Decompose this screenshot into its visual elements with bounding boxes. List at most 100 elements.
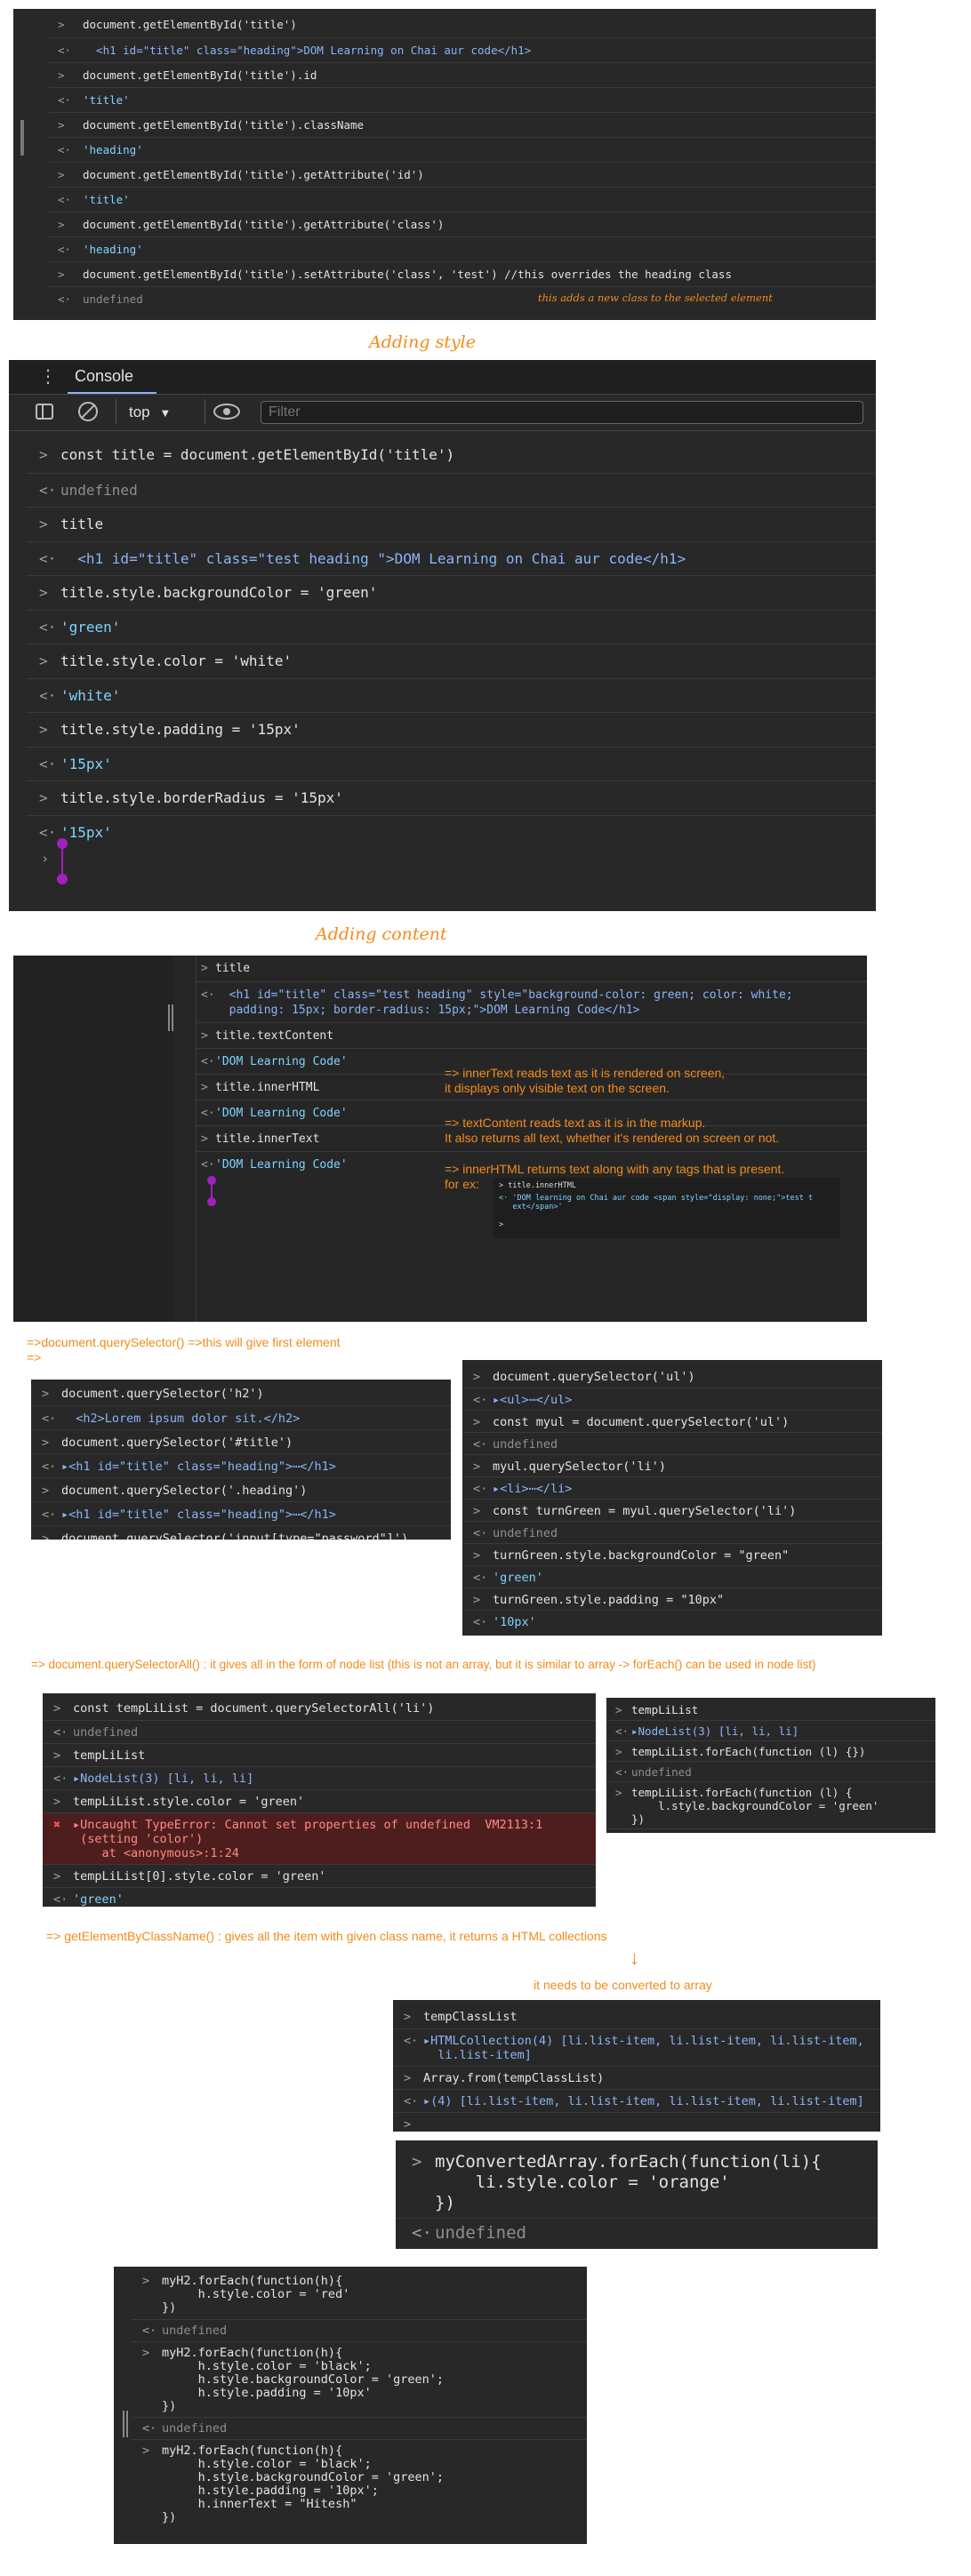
input-prompt-icon: > xyxy=(404,2071,412,2085)
input-prompt-icon: > xyxy=(39,584,48,602)
filter-input[interactable] xyxy=(261,401,863,424)
result-text: undefined xyxy=(493,1525,558,1540)
console-row: <·undefined xyxy=(43,1720,596,1743)
input-prompt-icon: > xyxy=(473,1548,481,1563)
command-text: myConvertedArray.forEach(function(li){ l… xyxy=(435,2152,822,2212)
result-arrow-icon: <· xyxy=(201,1158,215,1172)
console-row: > title.style.backgroundColor = 'green' xyxy=(27,575,876,610)
result-arrow-icon: <· xyxy=(39,755,57,772)
console-screenshot-3: > title <· <h1 id="title" class="test head… xyxy=(13,956,867,1322)
command-text: myul.querySelector('li') xyxy=(493,1459,667,1474)
input-prompt-icon: > xyxy=(473,1414,481,1429)
result-text: 'heading' xyxy=(83,243,143,256)
console-row: <· ▸<li>⋯</li> xyxy=(462,1476,882,1499)
convert-note: it needs to be converted to array xyxy=(534,1978,712,1992)
result-text: ▸HTMLCollection(4) [li.list-item, li.lis… xyxy=(423,2034,864,2062)
console-row: <· ▸NodeList(3) [li, li, li] xyxy=(43,1766,596,1789)
input-prompt-icon: > xyxy=(58,168,65,181)
command-text: turnGreen.style.padding = "10px" xyxy=(493,1592,725,1607)
tab-console[interactable]: Console xyxy=(75,367,133,386)
context-selector[interactable]: top ▼ xyxy=(129,404,171,421)
command-text: title.style.borderRadius = '15px' xyxy=(60,789,343,807)
command-text: document.querySelector('input[type="pass… xyxy=(61,1531,409,1540)
console-row: <· <h2>Lorem ipsum dolor sit.</h2> xyxy=(31,1405,451,1429)
result-arrow-icon: <· xyxy=(201,1055,215,1068)
result-arrow-icon: <· xyxy=(473,1525,488,1540)
input-prompt-icon: > xyxy=(42,1531,50,1540)
console-row: > document.getElementById('title').setAtt… xyxy=(49,261,876,286)
mini-console: > title.innerHTML <· 'DOM learning on Ch… xyxy=(494,1178,840,1238)
console-row: ✖ ▸Uncaught TypeError: Cannot set propert… xyxy=(43,1812,596,1864)
result-arrow-icon: <· xyxy=(404,2034,419,2048)
result-arrow-icon: <· xyxy=(39,823,57,841)
devtools-tabbar xyxy=(9,360,876,395)
console-row: > tempLiList.forEach(function (l) { l.sty… xyxy=(606,1781,935,1828)
command-text: const tempLiList = document.querySelecto… xyxy=(73,1701,435,1716)
result-text: undefined xyxy=(162,2324,228,2338)
command-text: document.getElementById('title').id xyxy=(83,68,317,82)
resize-handle[interactable] xyxy=(123,2411,128,2437)
console-row: <·undefined xyxy=(606,1828,935,1833)
kebab-menu-icon[interactable]: ⋮ xyxy=(39,365,57,387)
input-prompt-icon: > xyxy=(58,218,65,231)
queryselector-note: =>document.querySelector() =>this will g… xyxy=(27,1335,341,1364)
console-row: <·undefined xyxy=(606,1761,935,1781)
result-arrow-icon: <· xyxy=(42,1459,57,1474)
result-arrow-icon: <· xyxy=(473,1481,488,1496)
result-text: 'green' xyxy=(493,1570,543,1585)
tab-underline xyxy=(68,392,156,394)
console-row: > document.getElementById('title').classN… xyxy=(49,112,876,137)
console-prompt[interactable]: › xyxy=(41,851,49,867)
input-prompt-icon: > xyxy=(53,1748,61,1763)
console-screenshot-5: > document.querySelector('ul') <· ▸<ul>⋯</u… xyxy=(462,1360,882,1636)
result-text: 'DOM Learning Code' xyxy=(215,1055,348,1068)
input-prompt-icon: > xyxy=(404,2010,412,2024)
console-row: > document.getElementById('title').getAtt… xyxy=(49,212,876,236)
console-row: <· ▸HTMLCollection(4) [li.list-item, li.l… xyxy=(393,2028,880,2066)
mini-row-2: <· 'DOM learning on Chai aur code <span … xyxy=(499,1194,814,1212)
input-prompt-icon: > xyxy=(58,68,65,82)
result-arrow-icon: <· xyxy=(473,1570,488,1585)
result-arrow-icon: <· xyxy=(53,1772,68,1786)
queryselectorall-note: => document.querySelectorAll() : it give… xyxy=(31,1658,816,1671)
input-prompt-icon: > xyxy=(39,446,48,464)
class-annotation: this adds a new class to the selected el… xyxy=(538,292,773,304)
input-prompt-icon: > xyxy=(39,721,48,739)
console-row: > document.querySelector('.heading') xyxy=(31,1477,451,1501)
result-arrow-icon: <· xyxy=(615,1765,630,1779)
getelementsbyclassname-note: => getElementByClassName() : gives all t… xyxy=(46,1929,607,1943)
input-prompt-icon: > xyxy=(142,2346,150,2360)
console-row: > tempLiList xyxy=(43,1743,596,1766)
command-text: title.innerHTML xyxy=(215,1081,320,1094)
result-text: <h1 id="title" class="heading">DOM Learn… xyxy=(83,44,532,57)
clear-console-icon[interactable] xyxy=(78,402,98,421)
console-row: > title xyxy=(196,956,867,981)
command-text: title.textContent xyxy=(215,1029,334,1043)
console-row: <· 'heading' xyxy=(49,236,876,261)
command-text: const title = document.getElementById('t… xyxy=(60,446,455,464)
sidebar-toggle-icon[interactable] xyxy=(36,404,53,420)
command-text: document.querySelector('#title') xyxy=(61,1435,293,1450)
eye-icon[interactable] xyxy=(213,404,240,420)
resize-handle[interactable] xyxy=(20,120,24,156)
console-row: > document.querySelector('h2') xyxy=(31,1381,451,1405)
result-text: ▸Uncaught TypeError: Cannot set properti… xyxy=(73,1818,543,1860)
console-row: > myH2.forEach(function(h){ h.style.color… xyxy=(132,2270,587,2319)
mini-row-3: > xyxy=(499,1220,504,1229)
result-arrow-icon: <· xyxy=(53,1892,68,1907)
result-arrow-icon: <· xyxy=(142,2421,157,2436)
command-text: title xyxy=(215,962,251,975)
console-row: <· 'heading' xyxy=(49,137,876,162)
console-row: > document.querySelector('input[type="pas… xyxy=(31,1525,451,1540)
result-arrow-icon: <· xyxy=(58,292,72,306)
resize-handle[interactable] xyxy=(168,1004,173,1031)
result-text: ▸<ul>⋯</ul> xyxy=(493,1392,573,1407)
console-row: > title xyxy=(27,507,876,541)
console-row: > title.textContent xyxy=(196,1022,867,1048)
result-arrow-icon: <· xyxy=(404,2094,419,2108)
result-arrow-icon: <· xyxy=(58,93,72,107)
result-text: '10px' xyxy=(493,1614,536,1629)
result-arrow-icon: <· xyxy=(39,549,57,567)
result-text: <h2>Lorem ipsum dolor sit.</h2> xyxy=(61,1411,301,1426)
result-text: ▸<h1 id="title" class="heading">⋯</h1> xyxy=(61,1459,336,1474)
